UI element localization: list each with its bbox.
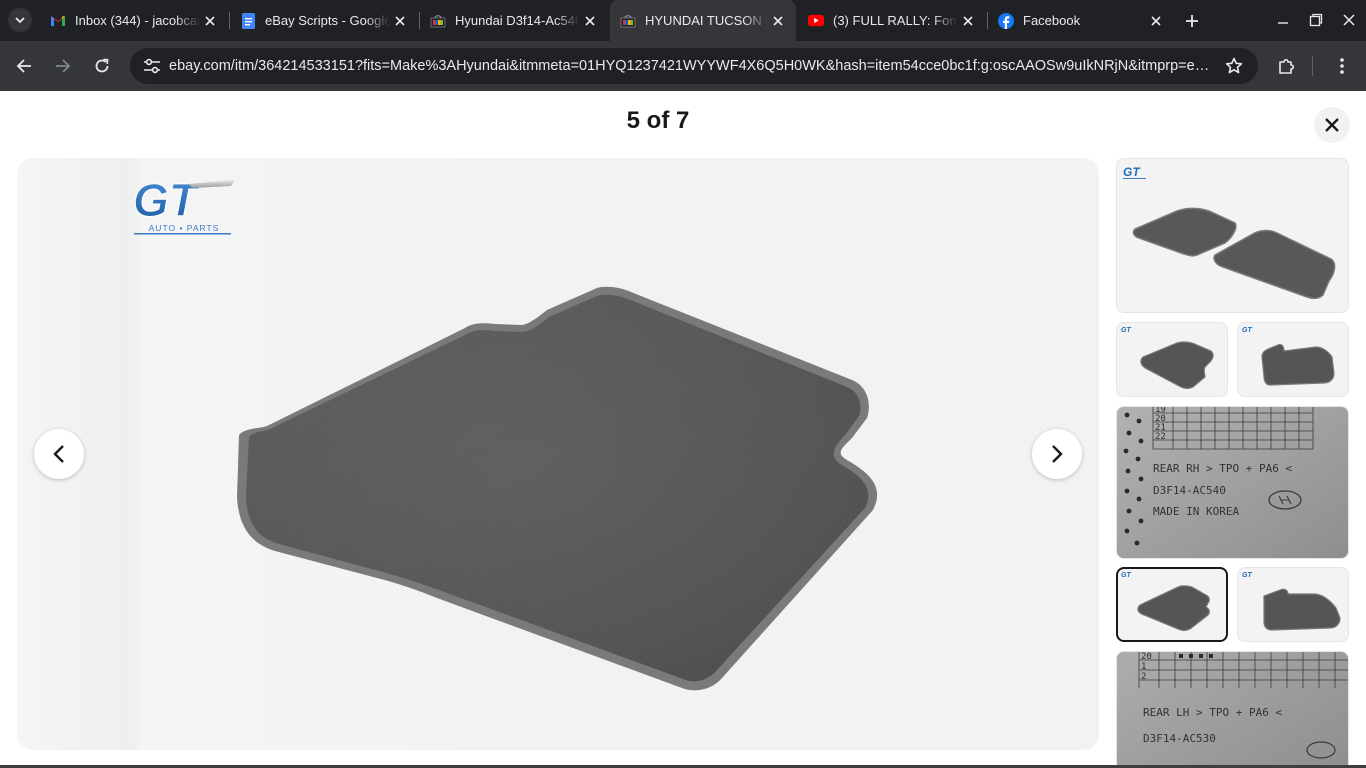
close-viewer-button[interactable] [1314,107,1350,143]
thumbnail-4[interactable]: 19 20 21 22 REAR RH > TPO + PA6 < D3F14-… [1116,406,1349,559]
gt-auto-parts-logo: GT AUTO • PARTS [133,176,235,235]
label-grid-row: 20 [1141,652,1152,662]
tab-ebay-listing-1[interactable]: Hyundai D3f14-Ac540 [420,0,608,41]
svg-text:GT: GT [1242,327,1252,334]
thumbnail-2[interactable]: GT [1116,322,1228,397]
thumbnail-1[interactable]: GT [1116,158,1349,313]
address-bar[interactable]: ebay.com/itm/364214533151?fits=Make%3AHy… [130,48,1258,84]
tab-gmail[interactable]: Inbox (344) - jacobcar [40,0,228,41]
svg-text:GT: GT [1123,165,1141,179]
next-image-button[interactable] [1032,429,1082,479]
restore-button[interactable] [1301,6,1331,34]
image-viewer-dialog: 5 of 7 GT AUTO • PARTS GT GT GT 19 20 21… [0,91,1366,768]
browser-toolbar: ebay.com/itm/364214533151?fits=Make%3AHy… [0,41,1366,91]
ebay-icon [620,13,636,29]
reload-icon [95,58,109,73]
close-tab-icon[interactable] [580,11,600,31]
ebay-icon [430,13,446,29]
label-grid-row: 22 [1155,432,1166,442]
toolbar-separator [1312,56,1313,76]
tab-title: eBay Scripts - Google Docs [265,13,390,28]
thumbnail-7[interactable]: 20 1 2 REAR LH > TPO + PA6 < D3F14-AC530 [1116,651,1349,768]
chevron-left-icon [53,445,64,463]
close-icon [1343,14,1355,26]
minimize-button[interactable] [1268,6,1298,34]
tab-youtube[interactable]: (3) FULL RALLY: Ford [798,0,986,41]
thumbnail-image: GT [1242,572,1341,631]
label-line: REAR LH > TPO + PA6 < [1143,706,1282,719]
image-counter: 5 of 7 [626,107,690,134]
thumbnail-image: GT [1121,327,1214,390]
tab-title: Inbox (344) - jacobcar [75,13,200,28]
restore-icon [1309,13,1323,27]
thumbnail-3[interactable]: GT [1237,322,1349,397]
extensions-button[interactable] [1273,53,1299,79]
thumbnail-image: GT [1242,327,1335,386]
svg-text:GT: GT [1121,327,1131,334]
arrow-left-icon [16,59,31,73]
label-line: D3F14-AC540 [1153,484,1226,497]
svg-text:GT: GT [1242,572,1252,579]
new-tab-button[interactable] [1180,9,1204,33]
thumbnail-6[interactable]: GT [1237,567,1349,642]
chevron-down-icon [15,17,25,24]
url-text[interactable]: ebay.com/itm/364214533151?fits=Make%3AHy… [169,58,1215,74]
close-tab-icon[interactable] [958,11,978,31]
tab-strip: Inbox (344) - jacobcar eBay Scripts - Go… [0,0,1366,41]
puzzle-icon [1279,58,1295,74]
chevron-right-icon [1052,445,1063,463]
facebook-icon [998,12,1014,29]
close-icon [1325,118,1339,132]
back-button[interactable] [11,53,37,79]
thumbnail-image: 19 20 21 22 REAR RH > TPO + PA6 < D3F14-… [1117,407,1348,558]
bookmark-star-icon[interactable] [1224,56,1244,76]
plus-icon [1186,15,1198,27]
site-info-icon[interactable] [135,58,169,74]
logo-subtext: AUTO • PARTS [149,223,220,233]
arrow-right-icon [56,59,71,73]
minimize-icon [1278,22,1288,24]
close-window-button[interactable] [1334,6,1364,34]
label-grid-row: 1 [1141,662,1146,672]
thumbnail-image: 20 1 2 REAR LH > TPO + PA6 < D3F14-AC530 [1117,652,1348,768]
tab-search-button[interactable] [8,8,32,32]
previous-image-button[interactable] [34,429,84,479]
close-tab-icon[interactable] [390,11,410,31]
forward-button[interactable] [50,53,76,79]
logo-gt: GT [133,176,201,226]
tab-facebook[interactable]: Facebook [988,0,1174,41]
label-line: D3F14-AC530 [1143,732,1216,745]
tab-google-docs[interactable]: eBay Scripts - Google Docs [230,0,418,41]
browser-menu-button[interactable] [1329,53,1355,79]
tab-title: (3) FULL RALLY: Ford [833,13,958,28]
tab-title: HYUNDAI TUCSON REAR [645,13,768,28]
google-docs-icon [240,12,256,29]
main-product-image[interactable]: GT AUTO • PARTS [17,158,1099,750]
close-tab-icon[interactable] [200,11,220,31]
close-tab-icon[interactable] [1146,11,1166,31]
tab-title: Facebook [1023,13,1081,28]
thumbnail-list: GT GT GT 19 20 21 22 REAR RH > TPO + PA6… [1116,158,1349,768]
gmail-icon [50,13,66,29]
youtube-icon [808,13,824,29]
svg-text:GT: GT [1121,572,1131,579]
close-tab-icon[interactable] [768,11,788,31]
label-line: MADE IN KOREA [1153,505,1239,518]
thumbnail-image: GT [1121,572,1210,632]
label-grid-row: 2 [1141,672,1146,682]
thumbnail-image: GT [1123,165,1336,300]
floor-mat-photo [237,286,878,691]
more-vertical-icon [1340,58,1344,74]
tab-title: Hyundai D3f14-Ac540 [455,13,580,28]
thumbnail-5[interactable]: GT [1116,567,1228,642]
label-line: REAR RH > TPO + PA6 < [1153,462,1292,475]
tab-ebay-listing-active[interactable]: HYUNDAI TUCSON REAR [610,0,796,41]
reload-button[interactable] [89,53,115,79]
